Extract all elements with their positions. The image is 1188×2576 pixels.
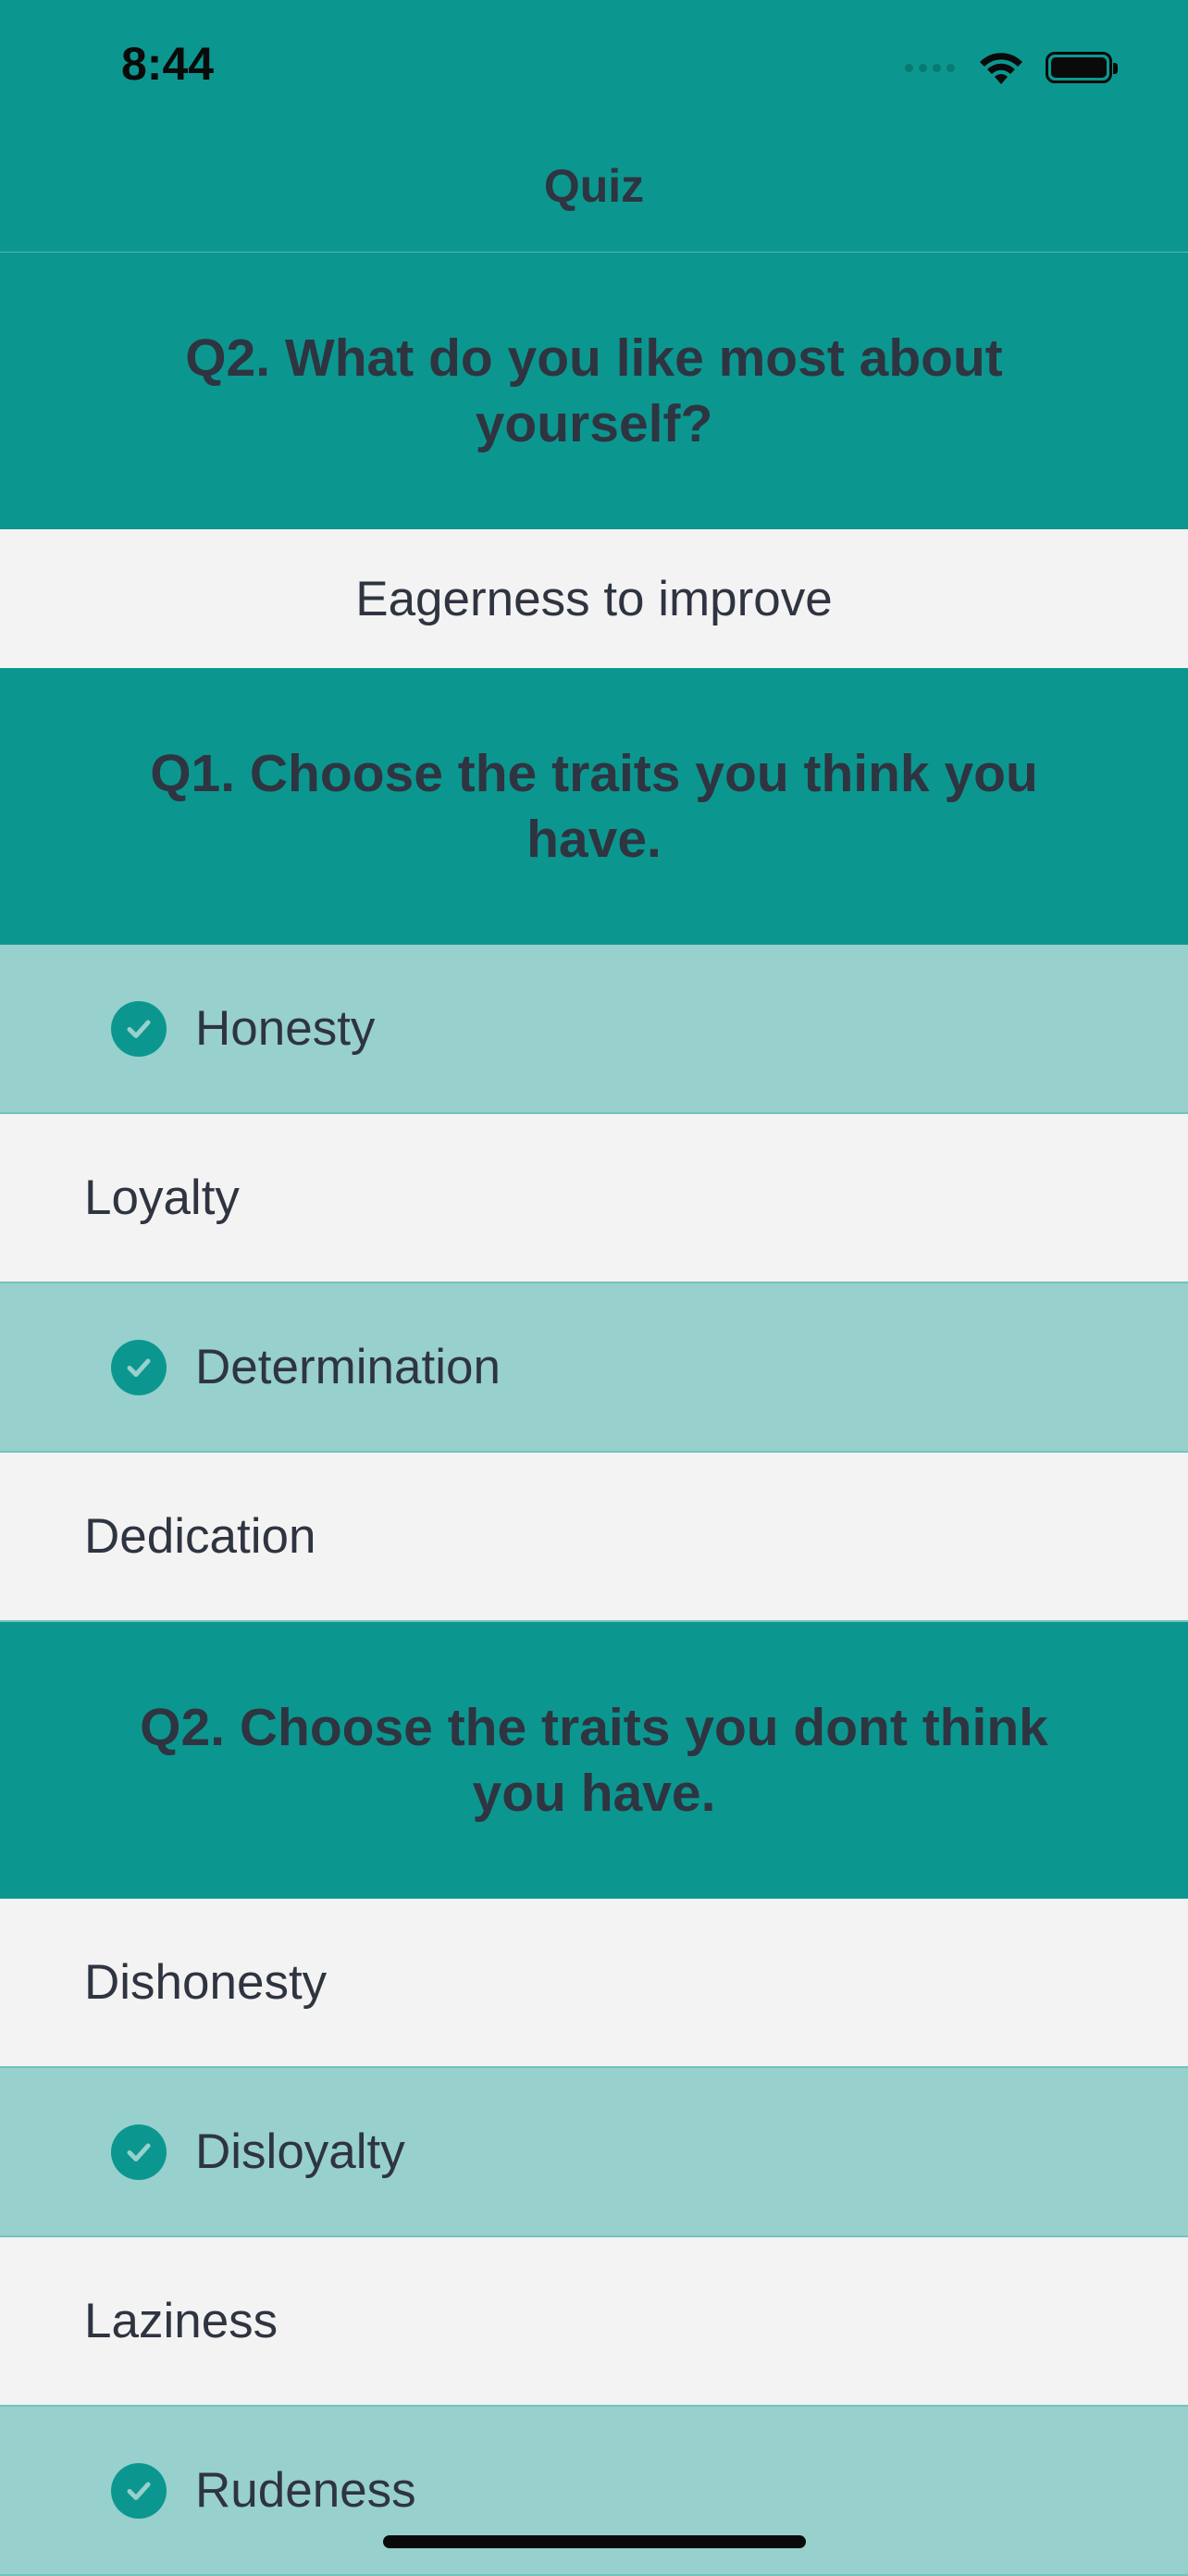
option-row-dishonesty[interactable]: Dishonesty	[0, 1899, 1188, 2068]
option-label: Honesty	[195, 1001, 376, 1056]
battery-icon	[1046, 52, 1118, 83]
question-header: Q2. What do you like most about yourself…	[0, 253, 1188, 529]
option-row-laziness[interactable]: Laziness	[0, 2237, 1188, 2407]
text-answer[interactable]: Eagerness to improve	[0, 529, 1188, 668]
status-bar-time: 8:44	[121, 38, 215, 90]
option-row-loyalty[interactable]: Loyalty	[0, 1114, 1188, 1283]
option-label: Dedication	[84, 1509, 316, 1564]
checkmark-icon	[111, 2124, 167, 2180]
checkmark-icon	[111, 1339, 167, 1395]
option-label: Disloyalty	[195, 2124, 405, 2179]
question-header: Q1. Choose the traits you think you have…	[0, 668, 1188, 945]
option-row-dedication[interactable]: Dedication	[0, 1453, 1188, 1622]
option-row-rudeness[interactable]: Rudeness	[0, 2407, 1188, 2576]
option-label: Rudeness	[195, 2463, 416, 2518]
option-label: Dishonesty	[84, 1955, 328, 2010]
option-row-disloyalty[interactable]: Disloyalty	[0, 2068, 1188, 2237]
option-row-determination[interactable]: Determination	[0, 1283, 1188, 1453]
quiz-list[interactable]: Q2. What do you like most about yourself…	[0, 253, 1188, 2576]
cellular-signal-icon	[905, 63, 955, 72]
checkmark-icon	[111, 2462, 167, 2519]
option-row-honesty[interactable]: Honesty	[0, 945, 1188, 1114]
home-indicator[interactable]	[383, 2535, 806, 2548]
wifi-icon	[980, 53, 1022, 84]
option-label: Loyalty	[84, 1170, 240, 1225]
question-header: Q2. Choose the traits you dont think you…	[0, 1622, 1188, 1899]
option-label: Determination	[195, 1340, 501, 1394]
status-bar-icons	[905, 46, 1118, 89]
nav-title: Quiz	[543, 160, 645, 212]
navigation-header: 8:44 Quiz	[0, 0, 1188, 253]
option-label: Laziness	[84, 2294, 278, 2348]
checkmark-icon	[111, 1000, 167, 1057]
